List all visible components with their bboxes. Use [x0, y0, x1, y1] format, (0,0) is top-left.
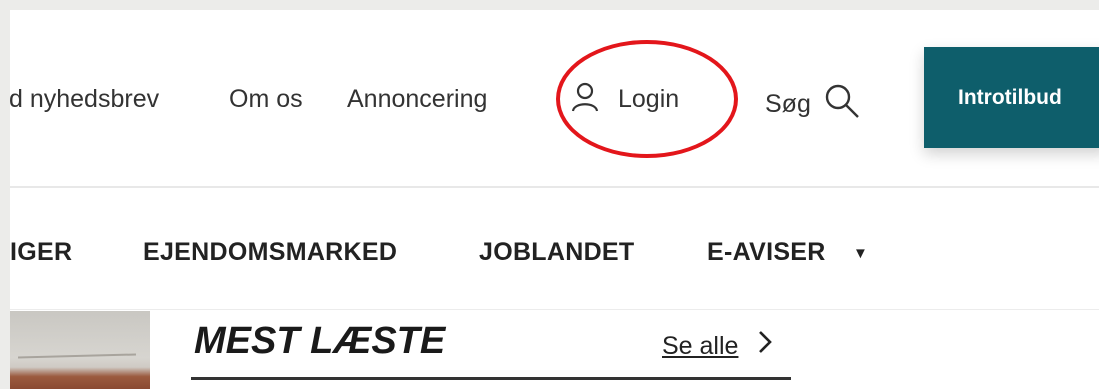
login-link[interactable]: Login	[570, 82, 680, 117]
divider	[10, 309, 1099, 310]
section-link-e-aviser[interactable]: E-AVISER	[707, 232, 826, 272]
section-link-iger[interactable]: IGER	[10, 232, 72, 272]
user-icon	[570, 82, 600, 117]
intro-offer-button[interactable]: Introtilbud	[924, 47, 1099, 148]
see-all-label: Se alle	[662, 331, 739, 360]
nav-link-advertising[interactable]: Annoncering	[347, 84, 487, 114]
divider	[10, 186, 1099, 188]
section-link-joblandet[interactable]: JOBLANDET	[479, 232, 634, 272]
page: d nyhedsbrev Om os Annoncering Login Søg	[10, 10, 1099, 389]
caret-down-icon[interactable]: ▼	[853, 246, 868, 261]
search-label: Søg	[765, 89, 811, 118]
nav-link-newsletter[interactable]: d nyhedsbrev	[10, 84, 159, 114]
top-utility-nav: d nyhedsbrev Om os Annoncering Login Søg	[10, 10, 1099, 186]
section-link-ejendomsmarked[interactable]: EJENDOMSMARKED	[143, 232, 397, 272]
thumbnail-detail	[17, 353, 137, 359]
title-underline	[191, 377, 791, 380]
article-thumbnail[interactable]	[10, 311, 150, 389]
nav-link-about[interactable]: Om os	[229, 84, 303, 114]
see-all-link[interactable]: Se alle	[662, 328, 776, 363]
search-button[interactable]: Søg	[765, 82, 861, 125]
login-label: Login	[618, 85, 680, 113]
chevron-right-icon	[738, 328, 776, 363]
search-icon	[811, 82, 861, 125]
most-read-title: MEST LÆSTE	[194, 320, 446, 362]
